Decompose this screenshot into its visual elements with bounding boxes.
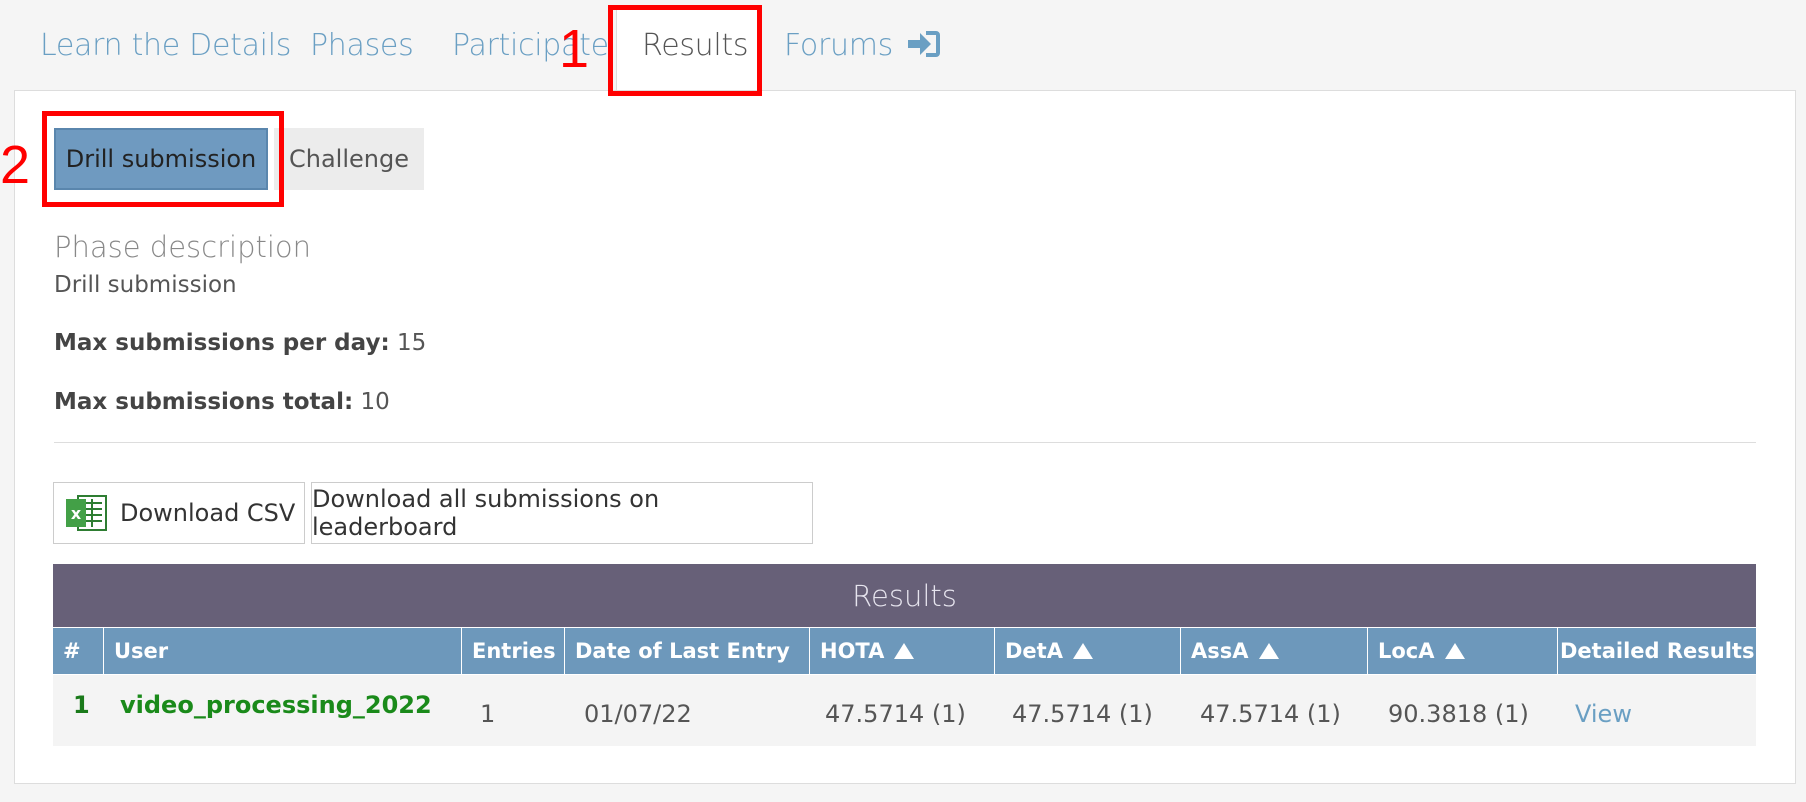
max-per-day: Max submissions per day: 15 (54, 330, 426, 356)
col-loca-label: LocA (1378, 639, 1435, 663)
col-entries: Entries (462, 628, 564, 674)
results-table-title: Results (53, 564, 1756, 627)
tab-forums-label: Forums (784, 28, 893, 63)
col-detailed-results: Detailed Results (1558, 628, 1756, 674)
tab-learn-the-details[interactable]: Learn the Details (40, 28, 291, 63)
tab-forums[interactable]: Forums (784, 28, 942, 63)
row-assa: 47.5714 (1) (1200, 700, 1341, 728)
annotation-number-1: 1 (559, 19, 590, 79)
sort-up-icon (1072, 643, 1093, 659)
sign-in-icon (908, 31, 941, 57)
sort-up-icon (1258, 643, 1279, 659)
col-date: Date of Last Entry (565, 628, 809, 674)
col-rank: # (53, 628, 103, 674)
max-total-label: Max submissions total: (54, 389, 354, 415)
row-view-link[interactable]: View (1575, 700, 1632, 728)
divider (54, 442, 1756, 443)
row-hota: 47.5714 (1) (825, 700, 966, 728)
row-entries: 1 (480, 700, 496, 728)
row-user: video_processing_2022 (120, 691, 432, 719)
annotation-number-2: 2 (0, 135, 31, 195)
row-date: 01/07/22 (584, 700, 692, 728)
svg-text:x: x (71, 504, 82, 523)
max-per-day-value: 15 (396, 330, 427, 356)
col-assa-label: AssA (1191, 639, 1249, 663)
col-user: User (104, 628, 461, 674)
tab-phases[interactable]: Phases (310, 28, 414, 63)
phase-description-title: Phase description (54, 230, 312, 264)
phase-challenge-button[interactable]: Challenge (274, 128, 424, 190)
max-total-value: 10 (360, 389, 390, 415)
max-total: Max submissions total: 10 (54, 389, 390, 415)
phase-description-text: Drill submission (54, 272, 237, 298)
col-loca[interactable]: LocA (1368, 628, 1557, 674)
col-deta[interactable]: DetA (995, 628, 1180, 674)
row-rank: 1 (73, 691, 90, 719)
col-deta-label: DetA (1005, 639, 1063, 663)
row-loca: 90.3818 (1) (1388, 700, 1529, 728)
nav-tabs: Learn the Details Phases Participate Res… (0, 0, 1806, 92)
col-assa[interactable]: AssA (1181, 628, 1367, 674)
col-hota-label: HOTA (820, 639, 885, 663)
annotation-box-2 (42, 111, 284, 207)
annotation-box-1 (608, 5, 762, 96)
row-deta: 47.5714 (1) (1012, 700, 1153, 728)
excel-icon: x (66, 495, 107, 531)
sort-up-icon (894, 643, 915, 659)
download-csv-button[interactable]: x Download CSV (53, 482, 305, 544)
sort-up-icon (1444, 643, 1465, 659)
download-all-submissions-button[interactable]: Download all submissions on leaderboard (311, 482, 813, 544)
max-per-day-label: Max submissions per day: (54, 330, 390, 356)
download-csv-label: Download CSV (120, 499, 296, 527)
col-hota[interactable]: HOTA (810, 628, 994, 674)
